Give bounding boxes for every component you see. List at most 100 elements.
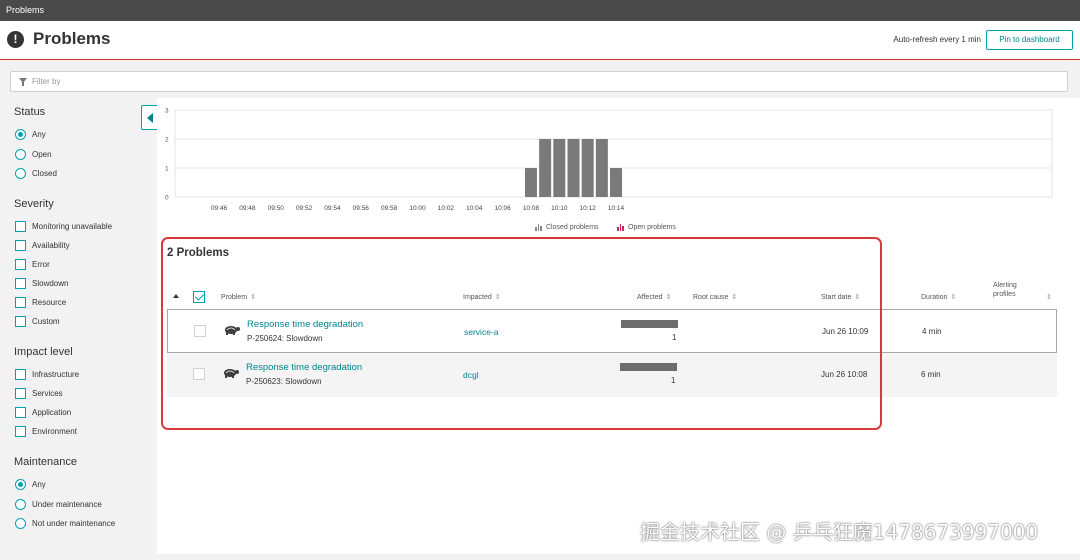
row-checkbox[interactable]: [193, 368, 205, 380]
x-tick-label: 10:10: [551, 205, 568, 212]
filter-icon: [19, 78, 27, 86]
x-tick-label: 09:52: [296, 205, 313, 212]
collapse-sidebar-button[interactable]: [141, 105, 157, 130]
status-option-open[interactable]: Open: [15, 148, 52, 161]
page-header: ! Problems Auto-refresh every 1 min Pin …: [0, 21, 1080, 60]
severity-availability[interactable]: Availability: [15, 239, 70, 252]
table-row[interactable]: Response time degradation P-250623: Slow…: [167, 353, 1057, 397]
affected-count: 1: [671, 376, 676, 385]
impact-services[interactable]: Services: [15, 387, 63, 400]
table-row[interactable]: Response time degradation P-250624: Slow…: [167, 309, 1057, 353]
problem-link[interactable]: Response time degradation: [246, 362, 362, 373]
affected-bar: [621, 320, 678, 328]
maintenance-option-not-under[interactable]: Not under maintenance: [15, 517, 115, 530]
status-option-any[interactable]: Any: [15, 128, 46, 141]
checkbox[interactable]: [15, 278, 26, 289]
duration: 4 min: [922, 327, 942, 336]
legend-closed-label: Closed problems: [546, 224, 599, 231]
severity-custom[interactable]: Custom: [15, 315, 60, 328]
page-title: Problems: [33, 29, 111, 48]
problems-chart: 0 1 2 3 09:46 09:48 09:50 09:52 09:54 09:56 09:58 1…: [157, 98, 1080, 238]
status-option-closed[interactable]: Closed: [15, 167, 57, 180]
filter-bar[interactable]: [10, 71, 1068, 92]
checkbox[interactable]: [15, 388, 26, 399]
severity-monitoring-unavailable[interactable]: Monitoring unavailable: [15, 220, 112, 233]
impact-application[interactable]: Application: [15, 406, 71, 419]
impact-infrastructure[interactable]: Infrastructure: [15, 368, 79, 381]
column-duration[interactable]: Duration ⇕: [921, 293, 956, 302]
select-all-checkbox[interactable]: [193, 291, 205, 303]
impacted-entity-link[interactable]: dcgl: [463, 370, 479, 380]
column-start-date[interactable]: Start date ⇕: [821, 293, 860, 302]
radio[interactable]: [15, 168, 26, 179]
x-tick-label: 10:06: [494, 205, 511, 212]
filter-sidebar: Status Any Open Closed Severity Monitori…: [0, 98, 156, 554]
legend-open-label: Open problems: [628, 224, 676, 231]
checkbox[interactable]: [15, 221, 26, 232]
severity-resource[interactable]: Resource: [15, 296, 66, 309]
checkbox[interactable]: [15, 407, 26, 418]
y-tick-label: 3: [165, 108, 169, 115]
maintenance-option-any[interactable]: Any: [15, 478, 46, 491]
x-tick-label: 09:54: [324, 205, 341, 212]
bar: [539, 139, 552, 197]
window-title-bar: Problems: [0, 0, 1080, 21]
x-tick-label: 10:08: [523, 205, 540, 212]
impact-environment[interactable]: Environment: [15, 425, 77, 438]
bar: [553, 139, 566, 197]
column-affected[interactable]: Affected ⇕: [637, 293, 671, 302]
impact-level-title: Impact level: [14, 346, 73, 358]
severity-slowdown[interactable]: Slowdown: [15, 277, 68, 290]
bar: [595, 139, 608, 197]
status-title: Status: [14, 106, 46, 118]
sort-icon[interactable]: ⇕: [1043, 293, 1052, 302]
radio[interactable]: [15, 499, 26, 510]
x-tick-label: 09:56: [353, 205, 370, 212]
x-tick-label: 10:14: [608, 205, 625, 212]
x-tick-label: 10:02: [438, 205, 455, 212]
checkbox[interactable]: [15, 240, 26, 251]
y-tick-label: 0: [165, 195, 169, 202]
sort-icon: ⇕: [950, 294, 957, 301]
x-tick-label: 09:46: [211, 205, 228, 212]
sort-icon: ⇕: [250, 294, 256, 301]
radio[interactable]: [15, 149, 26, 160]
filter-input[interactable]: [32, 74, 1032, 89]
y-tick-label: 1: [165, 166, 169, 173]
radio-selected[interactable]: [15, 129, 26, 140]
bar: [610, 168, 623, 197]
affected-bar: [620, 363, 677, 371]
x-tick-label: 09:58: [381, 205, 398, 212]
turtle-slowdown-icon: [225, 326, 240, 335]
column-alerting-profiles[interactable]: Alerting profiles: [993, 281, 1037, 299]
y-tick-label: 2: [165, 137, 169, 144]
checkbox[interactable]: [15, 259, 26, 270]
pin-to-dashboard-button[interactable]: Pin to dashboard: [986, 30, 1073, 50]
checkbox[interactable]: [15, 369, 26, 380]
radio[interactable]: [15, 518, 26, 529]
legend-open: Open problems: [617, 224, 676, 231]
checkbox[interactable]: [15, 297, 26, 308]
affected-count: 1: [672, 333, 677, 342]
open-marker-icon: [617, 224, 624, 231]
radio-selected[interactable]: [15, 479, 26, 490]
row-checkbox[interactable]: [194, 325, 206, 337]
exclamation-icon: !: [7, 31, 24, 48]
sort-ascending-icon[interactable]: [173, 294, 179, 298]
start-date: Jun 26 10:08: [821, 370, 868, 379]
problem-link[interactable]: Response time degradation: [247, 319, 363, 330]
column-problem[interactable]: Problem ⇕: [221, 293, 256, 302]
problems-count: 2 Problems: [167, 247, 229, 259]
checkbox[interactable]: [15, 316, 26, 327]
maintenance-option-under[interactable]: Under maintenance: [15, 498, 102, 511]
severity-error[interactable]: Error: [15, 258, 50, 271]
table-header: Problem ⇕ Impacted ⇕ Affected ⇕ Root cause ⇕…: [167, 280, 1057, 308]
problem-id: P-250624: Slowdown: [247, 334, 323, 343]
impacted-entity-link[interactable]: service-a: [464, 327, 498, 337]
legend-closed: Closed problems: [535, 224, 599, 231]
turtle-slowdown-icon: [224, 369, 239, 378]
x-tick-label: 09:50: [268, 205, 285, 212]
column-impacted[interactable]: Impacted ⇕: [463, 293, 501, 302]
checkbox[interactable]: [15, 426, 26, 437]
column-root-cause[interactable]: Root cause ⇕: [693, 293, 737, 302]
